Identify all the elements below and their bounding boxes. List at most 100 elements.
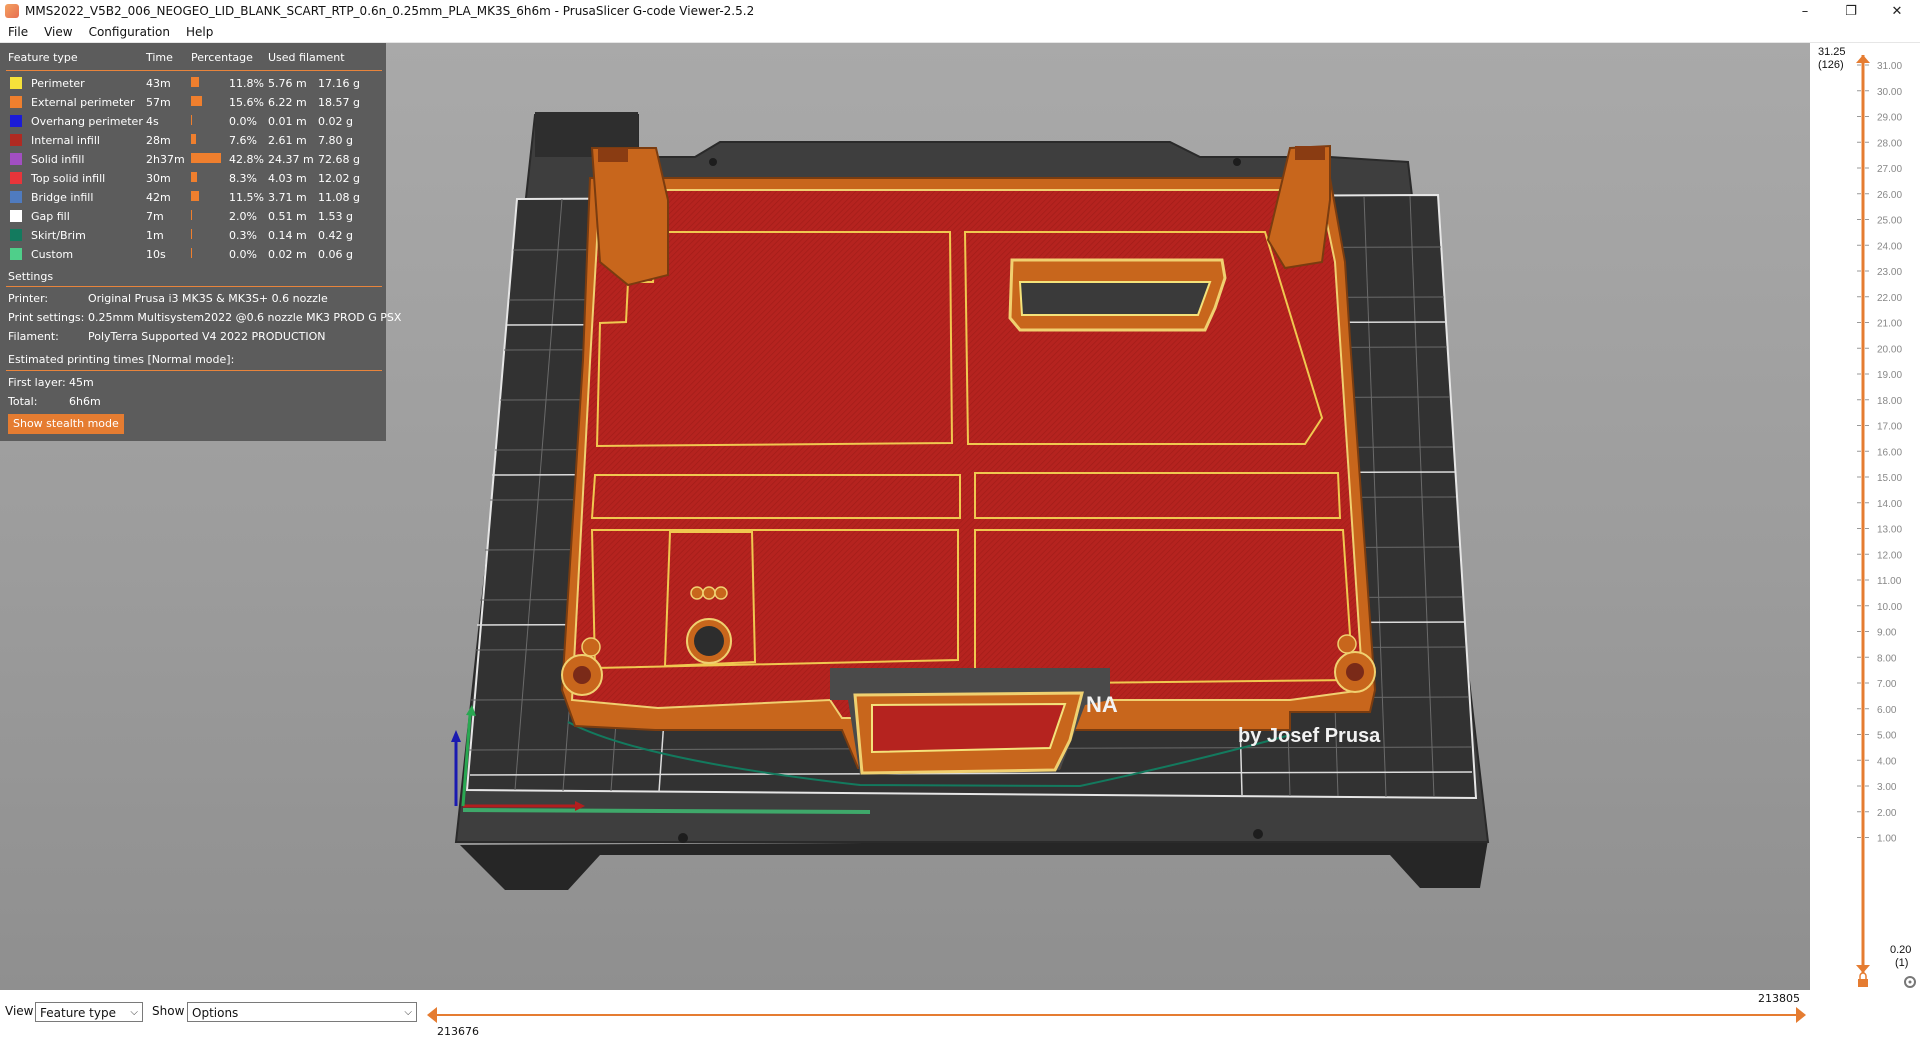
total-label: Total: [8, 395, 38, 408]
feature-length: 6.22 m [268, 96, 307, 109]
layer-tick-label: 22.00 [1877, 293, 1902, 304]
legend-row[interactable]: Internal infill 28m 7.6% 2.61 m 7.80 g [8, 133, 378, 149]
menu-view[interactable]: View [36, 25, 80, 39]
show-stealth-mode-button[interactable]: Show stealth mode [8, 414, 124, 434]
percentage-bar [191, 134, 196, 144]
h-slider-left-value: 213676 [437, 1025, 479, 1038]
title-bar: MMS2022_V5B2_006_NEOGEO_LID_BLANK_SCART_… [0, 0, 1920, 22]
feature-percentage: 0.0% [229, 115, 257, 128]
move-slider-track[interactable] [432, 1014, 1802, 1016]
feature-length: 2.61 m [268, 134, 307, 147]
layer-tick-label: 28.00 [1877, 138, 1902, 149]
header-used-filament: Used filament [268, 51, 345, 64]
color-swatch [10, 96, 22, 108]
show-combo[interactable]: Options ⌵ [187, 1002, 417, 1022]
layer-slider[interactable]: 31.00 30.00 29.00 28.00 27.00 26.00 25.00 24.00… [1810, 43, 1920, 990]
layer-tick-label: 1.00 [1877, 834, 1897, 845]
minimize-button[interactable]: – [1782, 0, 1828, 22]
layer-tick-label: 11.00 [1877, 576, 1902, 587]
legend-row[interactable]: Gap fill 7m 2.0% 0.51 m 1.53 g [8, 209, 378, 225]
layer-tick-label: 4.00 [1877, 756, 1897, 767]
feature-time: 57m [146, 96, 171, 109]
window-controls: – ❐ ✕ [1782, 0, 1920, 22]
feature-percentage: 15.6% [229, 96, 264, 109]
maximize-button[interactable]: ❐ [1828, 0, 1874, 22]
feature-length: 0.51 m [268, 210, 307, 223]
legend-row[interactable]: Solid infill 2h37m 42.8% 24.37 m 72.68 g [8, 152, 378, 168]
layer-tick-label: 24.00 [1877, 241, 1902, 252]
feature-length: 4.03 m [268, 172, 307, 185]
percentage-bar [191, 77, 199, 87]
layer-tick-label: 16.00 [1877, 447, 1902, 458]
feature-length: 24.37 m [268, 153, 314, 166]
filament-label: Filament: [8, 330, 59, 343]
feature-time: 43m [146, 77, 171, 90]
feature-percentage: 0.0% [229, 248, 257, 261]
layer-slider-top-thumb[interactable] [1856, 55, 1870, 63]
legend-row[interactable]: Custom 10s 0.0% 0.02 m 0.06 g [8, 247, 378, 263]
feature-name: Internal infill [31, 134, 100, 147]
move-slider-right-thumb[interactable] [1794, 1005, 1808, 1025]
settings-heading: Settings [8, 270, 54, 283]
color-swatch [10, 248, 22, 260]
gear-icon[interactable] [1904, 976, 1916, 988]
layer-top-value: 31.25 [1818, 46, 1846, 58]
legend-panel: Feature type Time Percentage Used filame… [0, 43, 401, 441]
feature-percentage: 11.8% [229, 77, 264, 90]
header-feature-type: Feature type [8, 51, 78, 64]
color-swatch [10, 153, 22, 165]
legend-row[interactable]: Overhang perimeter 4s 0.0% 0.01 m 0.02 g [8, 114, 378, 130]
window-title: MMS2022_V5B2_006_NEOGEO_LID_BLANK_SCART_… [25, 4, 755, 18]
menu-bar: File View Configuration Help [0, 22, 1920, 43]
feature-time: 2h37m [146, 153, 185, 166]
close-button[interactable]: ✕ [1874, 0, 1920, 22]
layer-tick-label: 3.00 [1877, 782, 1897, 793]
filament-value: PolyTerra Supported V4 2022 PRODUCTION [88, 330, 326, 343]
show-combo-value: Options [192, 1006, 239, 1020]
percentage-bar [191, 96, 202, 106]
layer-tick-label: 29.00 [1877, 113, 1902, 124]
layer-tick-label: 5.00 [1877, 731, 1897, 742]
print-settings-label: Print settings: [8, 311, 85, 324]
feature-name: Bridge infill [31, 191, 94, 204]
feature-time: 28m [146, 134, 171, 147]
feature-length: 0.01 m [268, 115, 307, 128]
percentage-bar [191, 229, 192, 239]
menu-file[interactable]: File [0, 25, 36, 39]
feature-name: External perimeter [31, 96, 135, 109]
total-value: 6h6m [69, 395, 101, 408]
legend-row[interactable]: Skirt/Brim 1m 0.3% 0.14 m 0.42 g [8, 228, 378, 244]
layer-slider-track[interactable]: 31.00 30.00 29.00 28.00 27.00 26.00 25.00 24.00… [1810, 43, 1920, 990]
legend-row[interactable]: Perimeter 43m 11.8% 5.76 m 17.16 g [8, 76, 378, 92]
estimated-times-heading: Estimated printing times [Normal mode]: [8, 353, 235, 366]
feature-name: Solid infill [31, 153, 85, 166]
feature-weight: 0.42 g [318, 229, 353, 242]
legend-row[interactable]: External perimeter 57m 15.6% 6.22 m 18.57 g [8, 95, 378, 111]
view-label: View [5, 1004, 34, 1018]
menu-help[interactable]: Help [178, 25, 221, 39]
first-layer-value: 45m [69, 376, 94, 389]
layer-tick-label: 31.00 [1877, 61, 1902, 72]
feature-name: Gap fill [31, 210, 70, 223]
legend-row[interactable]: Top solid infill 30m 8.3% 4.03 m 12.02 g [8, 171, 378, 187]
menu-configuration[interactable]: Configuration [81, 25, 178, 39]
feature-length: 3.71 m [268, 191, 307, 204]
lock-icon[interactable] [1858, 972, 1868, 987]
color-swatch [10, 210, 22, 222]
percentage-bar [191, 172, 197, 182]
layer-tick-label: 12.00 [1877, 550, 1902, 561]
header-time: Time [146, 51, 173, 64]
view-combo[interactable]: Feature type ⌵ [35, 1002, 143, 1022]
layer-tick-label: 27.00 [1877, 164, 1902, 175]
first-layer-label: First layer: [8, 376, 66, 389]
feature-percentage: 0.3% [229, 229, 257, 242]
feature-weight: 0.06 g [318, 248, 353, 261]
layer-slider-bottom-thumb[interactable] [1856, 965, 1870, 973]
bed-brand-text: by Josef Prusa [1238, 725, 1381, 747]
legend-row[interactable]: Bridge infill 42m 11.5% 3.71 m 11.08 g [8, 190, 378, 206]
layer-tick-label: 18.00 [1877, 396, 1902, 407]
move-slider-left-thumb[interactable] [425, 1005, 439, 1025]
feature-weight: 18.57 g [318, 96, 360, 109]
feature-weight: 17.16 g [318, 77, 360, 90]
feature-name: Perimeter [31, 77, 85, 90]
